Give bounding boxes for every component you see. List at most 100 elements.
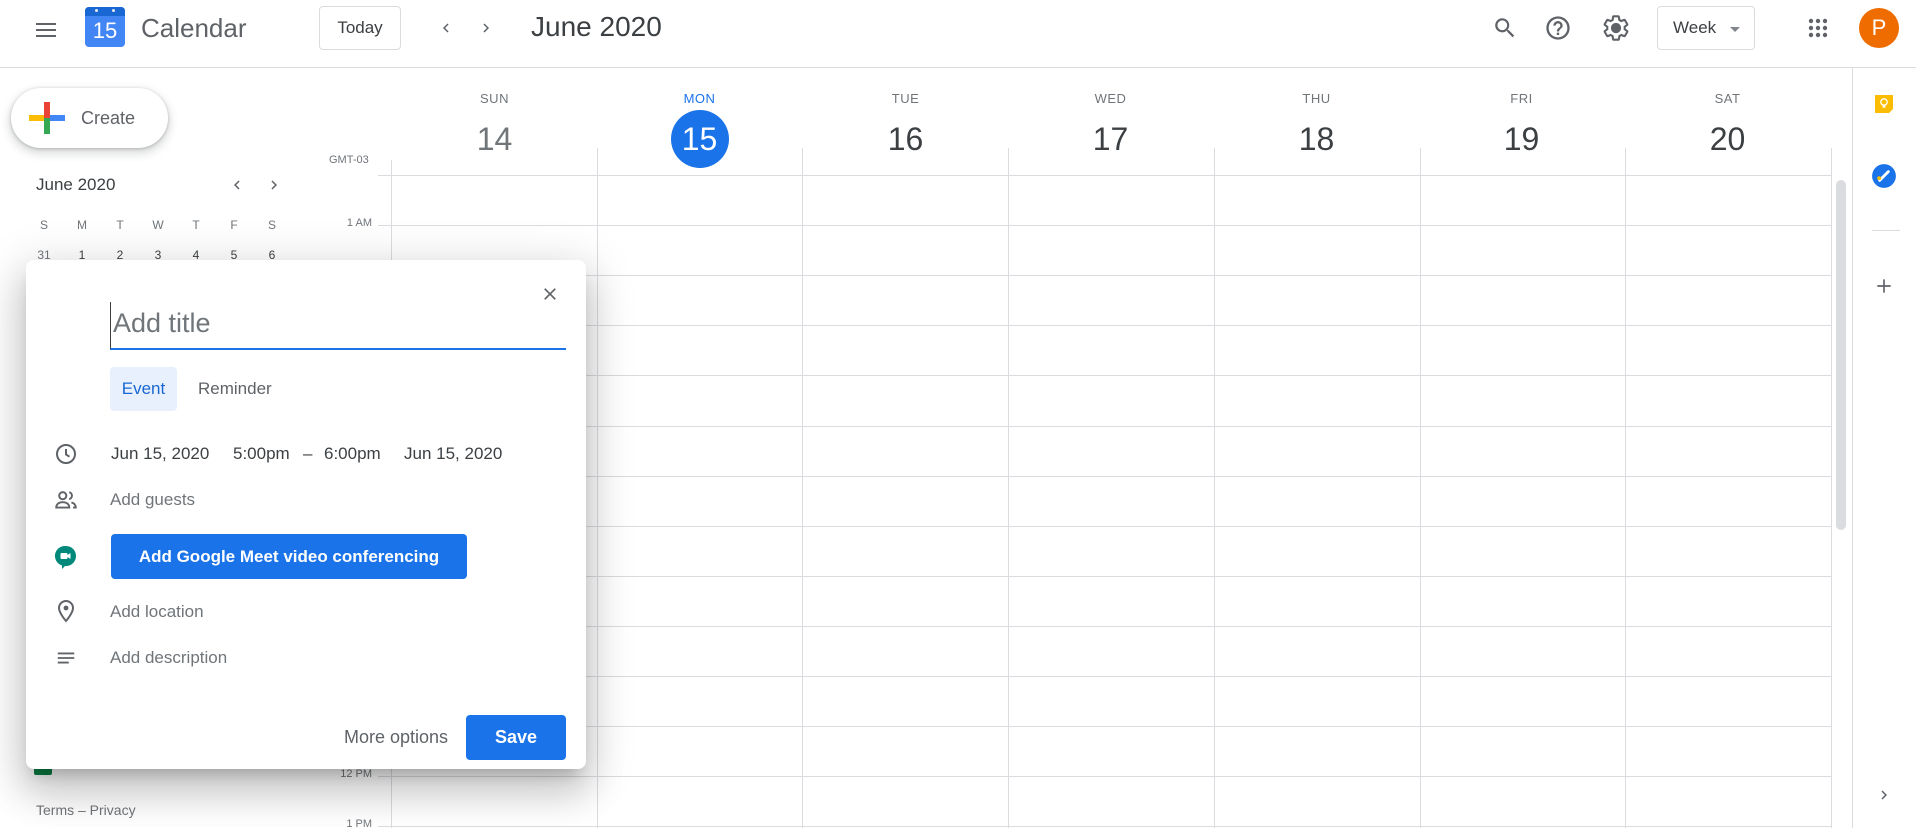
time-separator: – <box>303 444 313 463</box>
tab-reminder[interactable]: Reminder <box>188 367 282 411</box>
timezone-label: GMT-03 <box>329 154 369 166</box>
weekday-label: S <box>267 218 276 232</box>
chevron-left-icon <box>234 180 240 190</box>
start-time[interactable]: 5:00pm <box>233 444 290 464</box>
day-header-sat[interactable]: SAT 20 <box>1625 70 1830 168</box>
menu-icon-bar <box>36 35 56 37</box>
previous-week-button[interactable] <box>428 10 464 46</box>
top-bar: 15 Calendar Today June 2020 Week P <box>0 0 1916 68</box>
help-icon <box>1546 16 1570 40</box>
side-panel-divider <box>1852 68 1853 828</box>
account-avatar[interactable]: P <box>1859 8 1899 48</box>
chevron-right-icon <box>483 23 489 33</box>
weekday-label: F <box>230 218 238 232</box>
hour-gridline <box>378 375 1831 376</box>
next-week-button[interactable] <box>468 10 504 46</box>
app-title[interactable]: Calendar <box>141 12 247 44</box>
day-column-divider <box>597 148 598 828</box>
today-button[interactable]: Today <box>319 6 401 50</box>
mini-calendar-next-button[interactable] <box>260 171 288 199</box>
day-header-fri[interactable]: FRI 19 <box>1419 70 1624 168</box>
grid-scrollbar[interactable] <box>1836 180 1846 530</box>
main-menu-button[interactable] <box>26 10 66 50</box>
hour-gridline <box>378 826 1831 827</box>
mini-calendar-weekdays: S M T W T F S <box>25 210 291 240</box>
day-column-divider <box>1008 148 1009 828</box>
chevron-right-icon <box>1881 790 1887 800</box>
more-options-button[interactable]: More options <box>326 715 466 760</box>
hour-label: 1 AM <box>346 217 372 229</box>
hour-label: 12 PM <box>340 768 372 780</box>
clock-icon <box>51 439 81 469</box>
day-header-tue[interactable]: TUE 16 <box>803 70 1008 168</box>
location-pin-icon <box>51 596 81 626</box>
keep-icon <box>1875 95 1893 113</box>
expand-side-panel-button[interactable] <box>1868 779 1900 811</box>
create-label: Create <box>81 107 136 128</box>
help-button[interactable] <box>1538 8 1578 48</box>
plus-icon <box>1877 279 1891 293</box>
google-apps-button[interactable] <box>1798 8 1838 48</box>
search-button[interactable] <box>1485 8 1525 48</box>
menu-icon-bar <box>36 23 56 25</box>
hour-gridline <box>378 676 1831 677</box>
settings-icon <box>1603 15 1629 41</box>
apps-grid-icon <box>1808 18 1828 38</box>
day-column-divider <box>1214 148 1215 828</box>
event-title-input[interactable] <box>110 302 566 350</box>
add-guests-field[interactable]: Add guests <box>110 490 195 510</box>
day-header-mon[interactable]: MON 15 <box>597 70 802 168</box>
keep-button[interactable] <box>1868 88 1900 120</box>
day-header-thu[interactable]: THU 18 <box>1214 70 1419 168</box>
hour-gridline <box>378 325 1831 326</box>
google-meet-icon <box>51 542 81 572</box>
weekday-label: M <box>77 218 87 232</box>
calendar-logo-icon[interactable]: 15 <box>85 7 125 47</box>
save-button[interactable]: Save <box>466 715 566 760</box>
day-header-sun[interactable]: SUN 14 <box>392 70 597 168</box>
weekday-label: T <box>192 218 200 232</box>
hour-gridline <box>378 726 1831 727</box>
colorful-plus-icon <box>29 100 65 136</box>
hour-gridline <box>378 476 1831 477</box>
hour-gridline <box>378 426 1831 427</box>
mini-calendar-prev-button[interactable] <box>223 171 251 199</box>
hour-gridline <box>378 626 1831 627</box>
close-icon <box>544 288 556 300</box>
end-date[interactable]: Jun 15, 2020 <box>404 444 502 464</box>
description-icon <box>51 643 81 673</box>
terms-privacy-link[interactable]: Terms – Privacy <box>36 802 136 818</box>
day-column-divider <box>1625 148 1626 828</box>
weekday-label: T <box>116 218 124 232</box>
tab-event[interactable]: Event <box>110 367 177 411</box>
settings-button[interactable] <box>1596 8 1636 48</box>
hour-gridline <box>378 175 1831 176</box>
chevron-left-icon <box>443 23 449 33</box>
hour-gridline <box>378 526 1831 527</box>
weekday-label: W <box>152 218 164 232</box>
tasks-icon <box>1872 164 1896 188</box>
hour-gridline <box>378 275 1831 276</box>
get-addons-button[interactable] <box>1868 270 1900 302</box>
add-location-field[interactable]: Add location <box>110 602 204 622</box>
day-column-divider <box>1831 148 1832 828</box>
day-column-divider <box>802 148 803 828</box>
weekday-label: S <box>39 218 48 232</box>
tasks-button[interactable] <box>1868 160 1900 192</box>
view-select-dropdown[interactable]: Week <box>1657 6 1755 50</box>
hour-gridline <box>378 225 1831 226</box>
add-google-meet-button[interactable]: Add Google Meet video conferencing <box>111 534 467 579</box>
side-panel-separator <box>1872 230 1900 231</box>
add-description-field[interactable]: Add description <box>110 648 227 668</box>
dropdown-caret-icon <box>1730 27 1740 32</box>
guests-icon <box>51 485 81 515</box>
create-button[interactable]: Create <box>11 88 168 148</box>
end-time[interactable]: 6:00pm <box>324 444 381 464</box>
search-icon <box>1495 18 1515 38</box>
day-header-wed[interactable]: WED 17 <box>1008 70 1213 168</box>
start-date[interactable]: Jun 15, 2020 <box>111 444 209 464</box>
hour-label: 1 PM <box>346 818 372 828</box>
menu-icon-bar <box>36 29 56 31</box>
current-period-title: June 2020 <box>531 11 662 42</box>
quick-create-event-dialog: Event Reminder Jun 15, 2020 5:00pm – 6:0… <box>26 260 586 769</box>
